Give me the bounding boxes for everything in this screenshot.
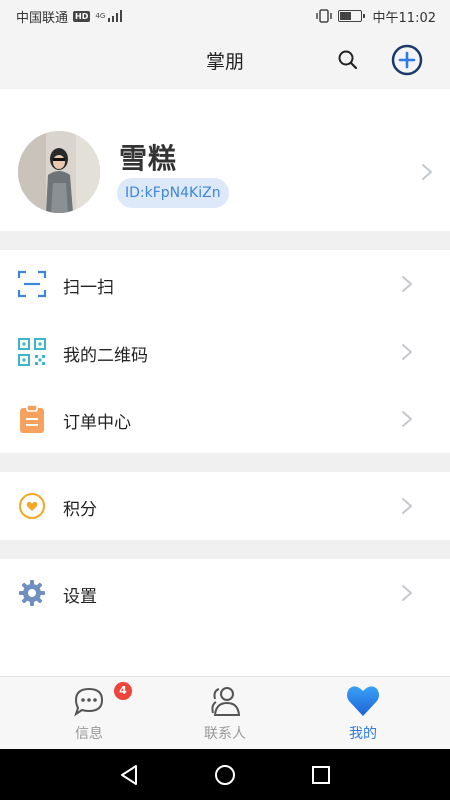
unread-badge: 4 [114,682,132,700]
contacts-icon [211,687,241,716]
points-heart-icon [19,493,45,519]
hd-badge: HD [73,10,91,22]
menu-item-orders[interactable]: 订单中心 [0,385,450,453]
search-icon[interactable] [336,48,360,72]
tab-label: 我的 [349,726,377,742]
bottom-tab-bar: 4 信息 联系人 我的 [0,676,450,749]
network-type: 4G [95,11,106,20]
tab-label: 联系人 [204,726,246,742]
profile-card[interactable]: 雪糕 ID:kFpN4KiZn [0,89,450,231]
menu-group-settings: 设置 [0,559,450,676]
avatar[interactable] [18,131,100,213]
status-bar: 中国联通 HD 4G 中午11:02 [0,0,450,32]
menu-group-points: 积分 [0,472,450,540]
plus-circle-icon[interactable] [390,43,424,77]
back-icon[interactable] [117,763,141,787]
signal-icon [108,10,123,22]
battery-level [339,12,351,20]
menu-item-label: 扫一扫 [63,278,114,298]
status-bar-right: 中午11:02 [315,7,436,26]
tab-contacts[interactable]: 联系人 [150,677,300,750]
page-title: 掌朋 [205,50,244,73]
menu-item-label: 设置 [63,587,97,607]
tab-mine[interactable]: 我的 [288,677,438,750]
heart-icon [347,686,379,716]
recents-icon[interactable] [309,763,333,787]
clipboard-icon [20,404,44,433]
clock: 中午11:02 [372,10,436,26]
menu-item-label: 积分 [63,500,97,520]
carrier-name: 中国联通 [16,10,69,26]
menu-item-qr-code[interactable]: 我的二维码 [0,318,450,386]
battery-icon [337,10,365,22]
home-icon[interactable] [213,763,237,787]
menu-item-label: 订单中心 [63,413,131,433]
user-name: 雪糕 [119,142,178,175]
vibrate-icon [315,9,332,23]
menu-item-scan[interactable]: 扫一扫 [0,250,450,318]
avatar-image [18,131,100,213]
tab-messages[interactable]: 4 信息 [14,677,164,750]
status-bar-left: 中国联通 HD 4G [16,7,123,26]
chevron-right-icon [422,164,432,180]
app-header: 掌朋 [0,32,450,88]
chevron-right-icon [402,585,412,601]
menu-item-settings[interactable]: 设置 [0,559,450,627]
chevron-right-icon [402,498,412,514]
menu-item-label: 我的二维码 [63,346,148,366]
qr-code-icon [18,338,46,366]
chevron-right-icon [402,344,412,360]
menu-item-points[interactable]: 积分 [0,472,450,540]
system-navigation-bar [0,749,450,800]
chevron-right-icon [402,276,412,292]
user-id-badge[interactable]: ID:kFpN4KiZn [117,178,229,208]
gear-icon [19,580,45,606]
chevron-right-icon [402,411,412,427]
scan-icon [17,270,47,298]
menu-group-main: 扫一扫 我的二维码 订单中心 [0,250,450,453]
chat-icon [74,687,104,717]
tab-label: 信息 [75,726,103,742]
